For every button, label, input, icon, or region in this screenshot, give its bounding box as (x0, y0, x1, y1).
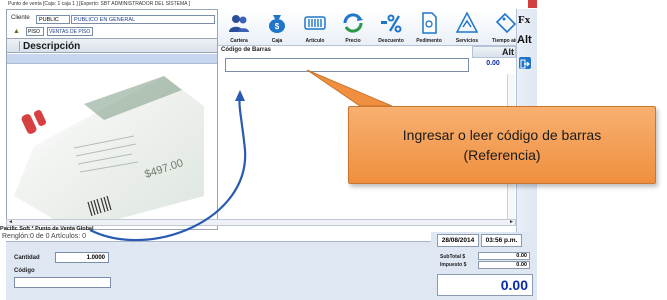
description-column-header[interactable]: Descripción (23, 41, 80, 52)
customer-label: Cliente (11, 15, 30, 21)
scroll-left-icon[interactable]: ◄ (7, 220, 14, 225)
scroll-right-icon[interactable]: ► (508, 220, 515, 225)
tag-icon (495, 12, 517, 34)
callout-line-2: (Referencia) (463, 147, 541, 163)
toolbar-pedimento-button[interactable]: Pedimento (410, 10, 448, 45)
toolbar-cartera-button[interactable]: Cartera (220, 10, 258, 45)
toolbar-precio-button[interactable]: Precio (334, 10, 372, 45)
customer-code-field[interactable]: PUBLIC (36, 15, 70, 24)
toolbar-label: Cartera (230, 38, 248, 44)
row-count-label: Renglón:0 de 0 Artículos: 0 (2, 233, 87, 240)
percent-icon (381, 14, 402, 33)
subtotal-value: 0.00 (478, 252, 530, 260)
main-toolbar: Cartera $ Caja Artículo Precio Descuento… (218, 9, 537, 46)
barcode-icon (304, 16, 326, 30)
entry-panel (6, 241, 431, 300)
alt-value: 0.00 (486, 60, 500, 67)
warning-icon: ▲ (13, 28, 20, 35)
code-field[interactable] (14, 277, 111, 288)
receipt-illustration: $497.00 (14, 76, 204, 231)
toolbar-descuento-button[interactable]: Descuento (372, 10, 410, 45)
alt-column-header: Alt (472, 46, 516, 58)
money-bag-icon: $ (269, 15, 285, 33)
code-label: Código (14, 268, 35, 274)
document-icon (422, 12, 437, 34)
tax-value: 0.00 (478, 261, 530, 269)
pos-window: Punto de venta [Caja: 1 caja 1 ] [Expert… (0, 0, 667, 300)
subtotal-label: SubTotal $ (440, 254, 466, 260)
horizontal-scrollbar[interactable]: ◄ ► (6, 219, 516, 226)
toolbar-articulo-button[interactable]: Artículo (296, 10, 334, 45)
toolbar-caja-button[interactable]: $ Caja (258, 10, 296, 45)
company-label: Pacific Soft * Punto de Venta Global (0, 226, 94, 232)
quantity-field[interactable]: 1.0000 (55, 252, 109, 263)
users-icon (229, 15, 249, 32)
table-row[interactable] (7, 54, 217, 64)
close-button[interactable] (528, 0, 537, 8)
callout-line-1: Ingresar o leer código de barras (402, 127, 602, 143)
callout-text: Ingresar o leer código de barras (Refere… (349, 125, 655, 165)
floor-name-field[interactable]: VENTAS DE PISO (47, 27, 93, 36)
customer-name-field[interactable]: PUBLICO EN GENERAL (71, 15, 215, 24)
floor-code-field[interactable]: PISO (26, 27, 44, 36)
svg-text:$: $ (275, 22, 280, 31)
barcode-label: Código de Barras (221, 47, 272, 53)
time-display: 03:56 p.m. (481, 234, 522, 247)
refresh-price-icon (343, 13, 363, 33)
services-icon (456, 12, 478, 33)
toolbar-label: Precio (345, 38, 361, 44)
alt-header-label: Alt (502, 47, 514, 57)
exit-icon[interactable] (519, 57, 531, 69)
callout-box: Ingresar o leer código de barras (Refere… (348, 106, 656, 184)
fx-button[interactable]: Fx (518, 14, 530, 26)
window-title: Punto de venta [Caja: 1 caja 1 ] [Expert… (6, 0, 540, 9)
toolbar-label: Servicios (455, 38, 479, 44)
toolbar-label: Pedimento (416, 38, 442, 44)
row-selector-header (13, 41, 20, 51)
toolbar-label: Caja (271, 38, 283, 44)
tax-label: Impuesto $ (440, 262, 467, 268)
customer-row: Cliente (11, 15, 30, 25)
quantity-label: Cantidad (14, 255, 40, 261)
items-table-header: Descripción (7, 38, 217, 53)
date-display: 28/08/2014 (437, 234, 479, 247)
barcode-input[interactable] (225, 58, 469, 72)
total-display: 0.00 (437, 274, 533, 296)
arrow-right-icon (520, 59, 530, 69)
toolbar-servicios-button[interactable]: Servicios (448, 10, 486, 45)
toolbar-label: Artículo (305, 38, 325, 44)
alt-button[interactable]: Alt (517, 34, 532, 46)
toolbar-label: Descuento (378, 38, 404, 44)
